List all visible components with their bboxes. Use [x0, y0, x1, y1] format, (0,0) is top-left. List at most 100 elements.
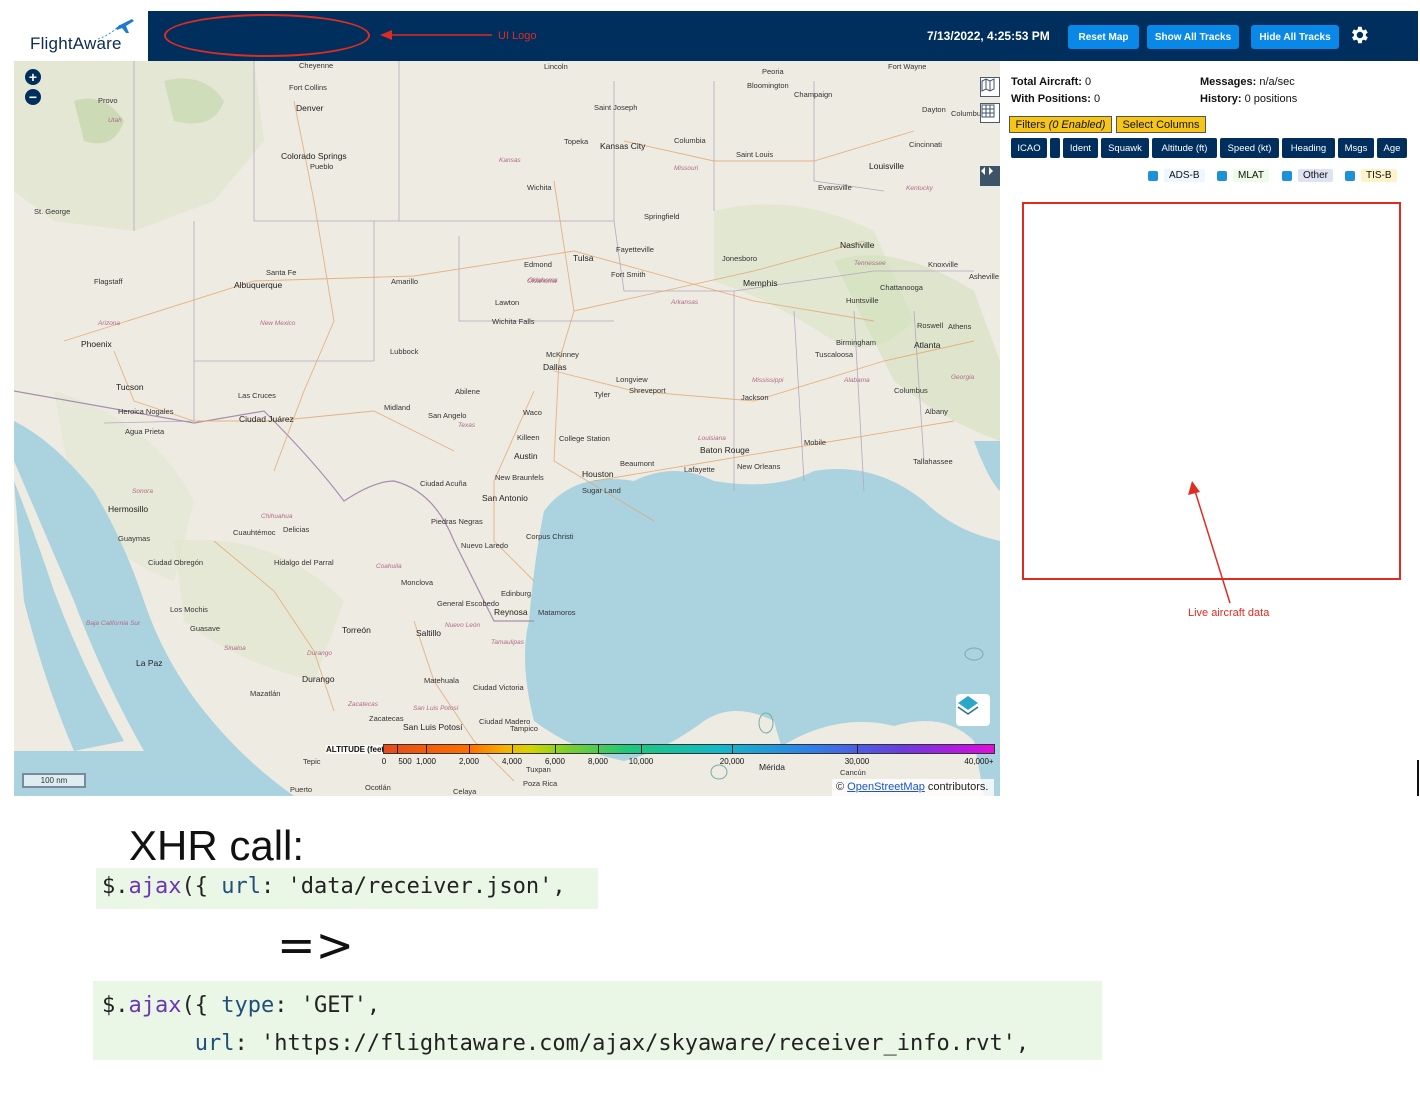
hide-all-tracks-button[interactable]: Hide All Tracks [1251, 25, 1339, 49]
source-filter-adsb[interactable]: ADS-B [1148, 168, 1205, 183]
map-label: Waco [523, 408, 542, 417]
grid-icon [981, 104, 995, 118]
column-icao[interactable]: ICAO [1011, 138, 1047, 158]
map-label: Pueblo [310, 162, 334, 171]
altitude-label: 4,000 [501, 757, 523, 766]
column-altitude[interactable]: Altitude (ft) [1152, 138, 1217, 158]
map-label: Ciudad Acuña [420, 479, 467, 488]
annotation-arrow [380, 30, 492, 40]
map-label: Piedras Negras [431, 517, 483, 526]
code-token: ({ [181, 993, 222, 1018]
show-all-tracks-button[interactable]: Show All Tracks [1147, 25, 1239, 49]
map-label: Athens [948, 322, 972, 331]
map-label: Georgia [951, 374, 975, 381]
map-label: St. George [34, 207, 71, 216]
code-snippet-modified: $.ajax({ type: 'GET', url: 'https://flig… [93, 981, 1102, 1060]
column-age[interactable]: Age [1377, 138, 1407, 158]
column-msgs[interactable]: Msgs [1338, 138, 1374, 158]
map-label: Tallahassee [913, 457, 953, 466]
altitude-tick [469, 744, 470, 754]
map-label: Utah [108, 117, 122, 124]
source-filter-mlat[interactable]: MLAT [1217, 168, 1269, 183]
column-flag[interactable] [1050, 138, 1060, 158]
map-label: Austin [514, 451, 538, 461]
map-label: Memphis [743, 278, 778, 288]
messages-value: n/a/sec [1259, 76, 1295, 88]
map-label: Knoxville [928, 260, 959, 269]
openstreetmap-link[interactable]: OpenStreetMap [847, 781, 925, 793]
map-label: New Mexico [260, 320, 296, 327]
map-label: Nuevo León [445, 622, 481, 629]
map-label: Ciudad Juárez [239, 414, 294, 424]
messages-label: Messages: [1200, 76, 1257, 88]
map-label: Sinaloa [224, 645, 246, 652]
history-stat: History: 0 positions [1200, 93, 1297, 105]
filters-button[interactable]: Filters (0 Enabled) [1009, 116, 1112, 133]
checkbox[interactable] [1345, 170, 1355, 181]
map-label: Oklahoma [528, 277, 558, 284]
map-label: New Braunfels [495, 473, 544, 482]
select-columns-button[interactable]: Select Columns [1116, 116, 1206, 133]
map-label: McKinney [546, 350, 579, 359]
altitude-tick [426, 744, 427, 754]
checkbox[interactable] [1217, 170, 1227, 181]
map-label: Asheville [969, 272, 1000, 281]
map-label: San Angelo [428, 411, 467, 420]
column-heading[interactable]: Heading [1282, 138, 1335, 158]
map-label: Durango [307, 650, 332, 657]
altitude-tick [857, 744, 858, 754]
map-label: Colorado Springs [281, 151, 347, 161]
logo[interactable]: FlightAware [14, 11, 148, 61]
column-ident[interactable]: Ident [1063, 138, 1098, 158]
source-label: MLAT [1233, 169, 1269, 182]
map-label: Birmingham [836, 338, 877, 347]
expand-arrows-icon [981, 167, 993, 175]
map-view[interactable]: Cheyenne Lincoln Peoria Fort Wayne Fort … [14, 61, 1000, 796]
ui-logo-note: UI Logo [498, 30, 537, 42]
source-filter-tisb[interactable]: TIS-B [1345, 168, 1397, 183]
total-aircraft-label: Total Aircraft: [1011, 76, 1082, 88]
map-label: Cincinnati [909, 140, 942, 149]
altitude-label: 0 [381, 757, 387, 766]
panel-toggle[interactable] [980, 166, 1000, 186]
grid-toggle[interactable] [980, 103, 1000, 123]
altitude-label: 40,000+ [964, 757, 994, 766]
map-label: Chihuahua [261, 513, 293, 520]
source-filter-other[interactable]: Other [1282, 168, 1334, 183]
with-positions-stat: With Positions: 0 [1011, 93, 1100, 105]
map-label: Mobile [804, 438, 827, 447]
map-label: Springfield [644, 212, 680, 221]
altitude-tick [555, 744, 556, 754]
code-token: ({ [181, 874, 222, 899]
map-layer-toggle[interactable] [980, 77, 1000, 97]
altitude-label: 6,000 [544, 757, 566, 766]
map-label: Hidalgo del Parral [274, 558, 334, 567]
map-label: Champaign [794, 90, 833, 99]
zoom-out-button[interactable]: − [25, 89, 41, 105]
layers-button[interactable] [956, 694, 990, 726]
checkbox[interactable] [1148, 170, 1158, 181]
map-label: Tulsa [573, 253, 594, 263]
map-label: Durango [302, 674, 335, 684]
checkbox[interactable] [1282, 170, 1292, 181]
map-label: Tennessee [854, 260, 886, 267]
map-label: La Paz [136, 658, 163, 668]
column-speed[interactable]: Speed (kt) [1220, 138, 1279, 158]
current-datetime: 7/13/2022, 4:25:53 PM [927, 29, 1050, 43]
map-label: Tucson [116, 382, 144, 392]
reset-map-button[interactable]: Reset Map [1068, 25, 1139, 49]
map-label: San Antonio [482, 493, 528, 503]
column-squawk[interactable]: Squawk [1101, 138, 1149, 158]
code-snippet-original: $.ajax({ url: 'data/receiver.json', [96, 868, 598, 909]
map-label: Tepic [303, 757, 321, 766]
map-label: Tamaulipas [491, 639, 525, 646]
map-label: Topeka [564, 137, 589, 146]
map-label: New Orleans [737, 462, 781, 471]
altitude-tick [732, 744, 733, 754]
scale-bar: 100 nm [22, 773, 86, 788]
zoom-in-button[interactable]: + [25, 69, 41, 85]
map-label: Corpus Christi [526, 532, 574, 541]
gear-icon[interactable] [1348, 24, 1370, 46]
map-label: Evansville [818, 183, 852, 192]
map-label: Houston [582, 469, 614, 479]
